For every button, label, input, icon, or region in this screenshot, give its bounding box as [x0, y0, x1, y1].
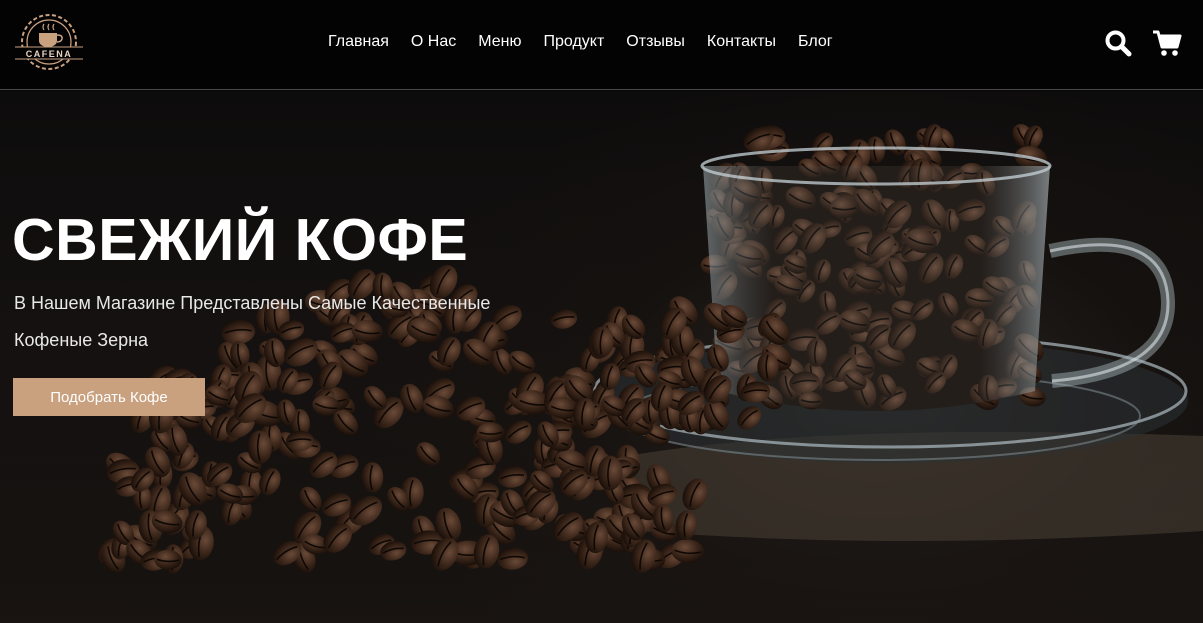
cart-icon[interactable] — [1152, 29, 1182, 57]
cafena-logo[interactable]: CAFENA — [12, 11, 86, 73]
main-nav: Главная О Нас Меню Продукт Отзывы Контак… — [328, 33, 833, 51]
logo-text: CAFENA — [26, 49, 73, 59]
search-icon[interactable] — [1104, 29, 1132, 57]
hero-subtitle: В Нашем Магазине Представлены Самые Каче… — [14, 285, 574, 359]
nav-item-home[interactable]: Главная — [328, 33, 389, 51]
nav-item-reviews[interactable]: Отзывы — [626, 33, 685, 51]
nav-item-contacts[interactable]: Контакты — [707, 33, 776, 51]
hero-subtitle-line-1: В Нашем Магазине Представлены Самые Каче… — [14, 293, 491, 313]
nav-item-menu[interactable]: Меню — [478, 33, 521, 51]
site-header: CAFENA Главная О Нас Меню Продукт Отзывы… — [0, 0, 1203, 90]
hero-subtitle-line-2: Кофеные Зерна — [14, 330, 149, 350]
hero-title: СВЕЖИЙ КОФЕ — [12, 207, 469, 273]
nav-item-product[interactable]: Продукт — [544, 33, 605, 51]
hero-section: СВЕЖИЙ КОФЕ В Нашем Магазине Представлен… — [0, 91, 1203, 623]
nav-item-blog[interactable]: Блог — [798, 33, 833, 51]
nav-item-about[interactable]: О Нас — [411, 33, 456, 51]
choose-coffee-button[interactable]: Подобрать Кофе — [13, 378, 205, 416]
